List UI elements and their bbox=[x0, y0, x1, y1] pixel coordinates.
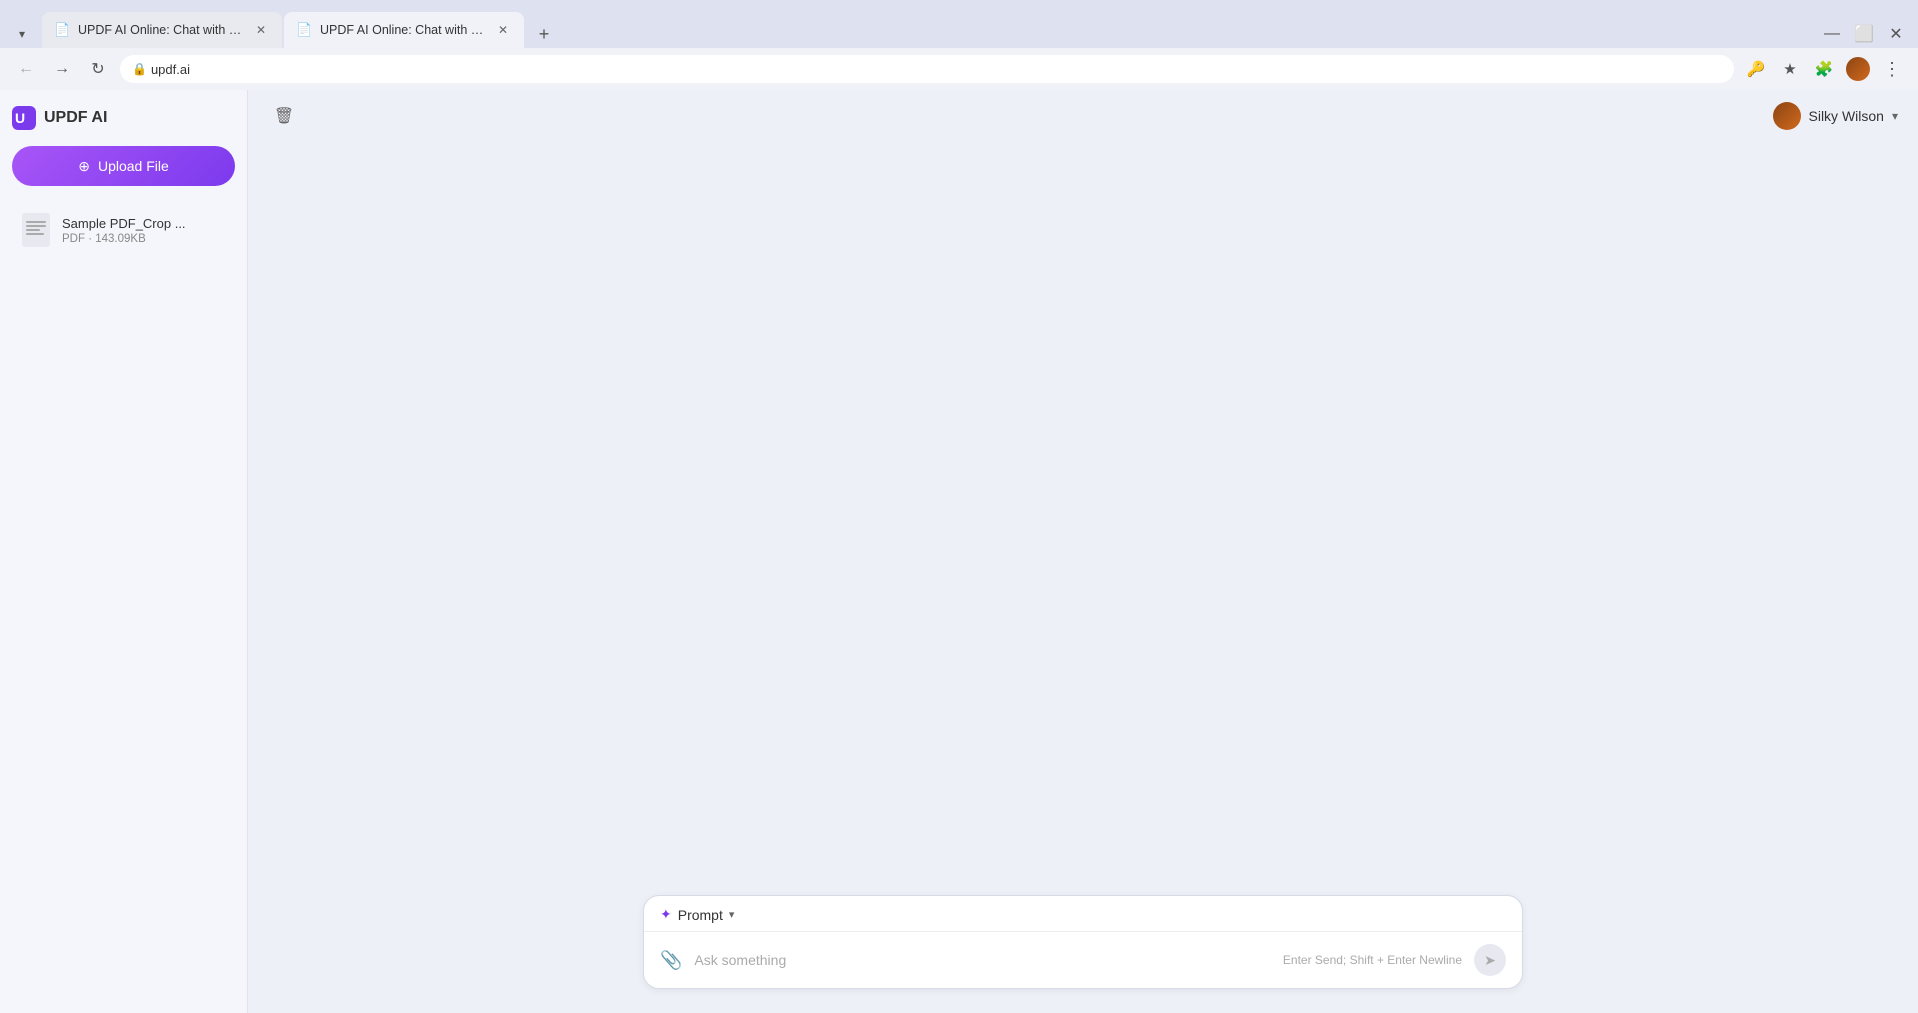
nav-actions: 🔑 ★ 🧩 ⋮ bbox=[1742, 55, 1906, 83]
address-bar[interactable]: 🔒 updf.ai bbox=[120, 55, 1734, 83]
input-box: ✦ Prompt ▾ 📎 Enter Send; Shift + Enter N… bbox=[643, 895, 1523, 989]
prompt-label: Prompt bbox=[678, 907, 723, 923]
svg-text:U: U bbox=[15, 110, 25, 126]
chat-area bbox=[248, 142, 1918, 879]
tab-1-title: UPDF AI Online: Chat with PDF bbox=[78, 23, 244, 37]
address-text: updf.ai bbox=[151, 62, 190, 77]
sparkle-icon: ✦ bbox=[660, 906, 672, 923]
file-meta: PDF · 143.09KB bbox=[62, 233, 227, 245]
bookmark-icon[interactable]: ★ bbox=[1776, 55, 1804, 83]
tab-2-close[interactable]: ✕ bbox=[494, 21, 512, 39]
attach-button[interactable]: 📎 bbox=[660, 950, 682, 971]
maximize-button[interactable]: ⬜ bbox=[1850, 20, 1878, 48]
browser-menu-button[interactable]: ⋮ bbox=[1878, 55, 1906, 83]
tab-2[interactable]: 📄 UPDF AI Online: Chat with PDF ✕ bbox=[284, 12, 524, 48]
tab-1[interactable]: 📄 UPDF AI Online: Chat with PDF ✕ bbox=[42, 12, 282, 48]
input-row: 📎 Enter Send; Shift + Enter Newline ➤ bbox=[644, 932, 1522, 988]
user-name: Silky Wilson bbox=[1809, 108, 1884, 124]
lock-icon: 🔒 bbox=[132, 62, 147, 76]
tab-1-close[interactable]: ✕ bbox=[252, 21, 270, 39]
tab-2-title: UPDF AI Online: Chat with PDF bbox=[320, 23, 486, 37]
window-close-button[interactable]: ✕ bbox=[1882, 20, 1910, 48]
file-item[interactable]: Sample PDF_Crop ... PDF · 143.09KB bbox=[12, 202, 235, 258]
file-name: Sample PDF_Crop ... bbox=[62, 216, 227, 231]
main-header: 🗑 Silky Wilson ▾ bbox=[248, 90, 1918, 142]
extensions-icon[interactable]: 🧩 bbox=[1810, 55, 1838, 83]
tab-list-button[interactable]: ▾ bbox=[8, 20, 36, 48]
updf-logo-icon: U bbox=[12, 106, 36, 130]
send-button[interactable]: ➤ bbox=[1474, 944, 1506, 976]
tab-bar: ▾ 📄 UPDF AI Online: Chat with PDF ✕ 📄 UP… bbox=[0, 0, 1918, 48]
browser-chrome: ▾ 📄 UPDF AI Online: Chat with PDF ✕ 📄 UP… bbox=[0, 0, 1918, 90]
upload-file-button[interactable]: ⊕ Upload File bbox=[12, 146, 235, 186]
trash-icon: 🗑 bbox=[274, 106, 294, 126]
tab-2-favicon: 📄 bbox=[296, 22, 312, 38]
new-tab-button[interactable]: + bbox=[530, 20, 558, 48]
prompt-chevron-icon[interactable]: ▾ bbox=[729, 908, 735, 921]
upload-icon: ⊕ bbox=[78, 158, 90, 175]
chat-input[interactable] bbox=[694, 952, 1270, 968]
user-area[interactable]: Silky Wilson ▾ bbox=[1773, 102, 1899, 130]
key-icon[interactable]: 🔑 bbox=[1742, 55, 1770, 83]
app-title: UPDF AI bbox=[44, 109, 107, 127]
refresh-button[interactable]: ↻ bbox=[84, 55, 112, 83]
main-area: 🗑 Silky Wilson ▾ ✦ Prompt ▾ 📎 bbox=[248, 90, 1918, 1013]
tab-1-favicon: 📄 bbox=[54, 22, 70, 38]
input-container: ✦ Prompt ▾ 📎 Enter Send; Shift + Enter N… bbox=[248, 879, 1918, 1013]
back-button[interactable]: ← bbox=[12, 55, 40, 83]
user-avatar bbox=[1773, 102, 1801, 130]
nav-bar: ← → ↻ 🔒 updf.ai 🔑 ★ 🧩 ⋮ bbox=[0, 48, 1918, 90]
send-icon: ➤ bbox=[1484, 952, 1496, 969]
sidebar: U UPDF AI ⊕ Upload File Sample PDF_Crop … bbox=[0, 90, 248, 1013]
app: U UPDF AI ⊕ Upload File Sample PDF_Crop … bbox=[0, 90, 1918, 1013]
file-info: Sample PDF_Crop ... PDF · 143.09KB bbox=[62, 216, 227, 245]
file-icon bbox=[20, 212, 52, 248]
sidebar-header: U UPDF AI bbox=[12, 106, 235, 130]
user-chevron-icon: ▾ bbox=[1892, 109, 1898, 123]
prompt-bar: ✦ Prompt ▾ bbox=[644, 896, 1522, 932]
trash-button[interactable]: 🗑 bbox=[268, 100, 300, 132]
upload-btn-label: Upload File bbox=[98, 158, 169, 174]
minimize-button[interactable]: — bbox=[1818, 20, 1846, 48]
input-hint: Enter Send; Shift + Enter Newline bbox=[1283, 953, 1462, 967]
forward-button[interactable]: → bbox=[48, 55, 76, 83]
profile-button[interactable] bbox=[1844, 55, 1872, 83]
